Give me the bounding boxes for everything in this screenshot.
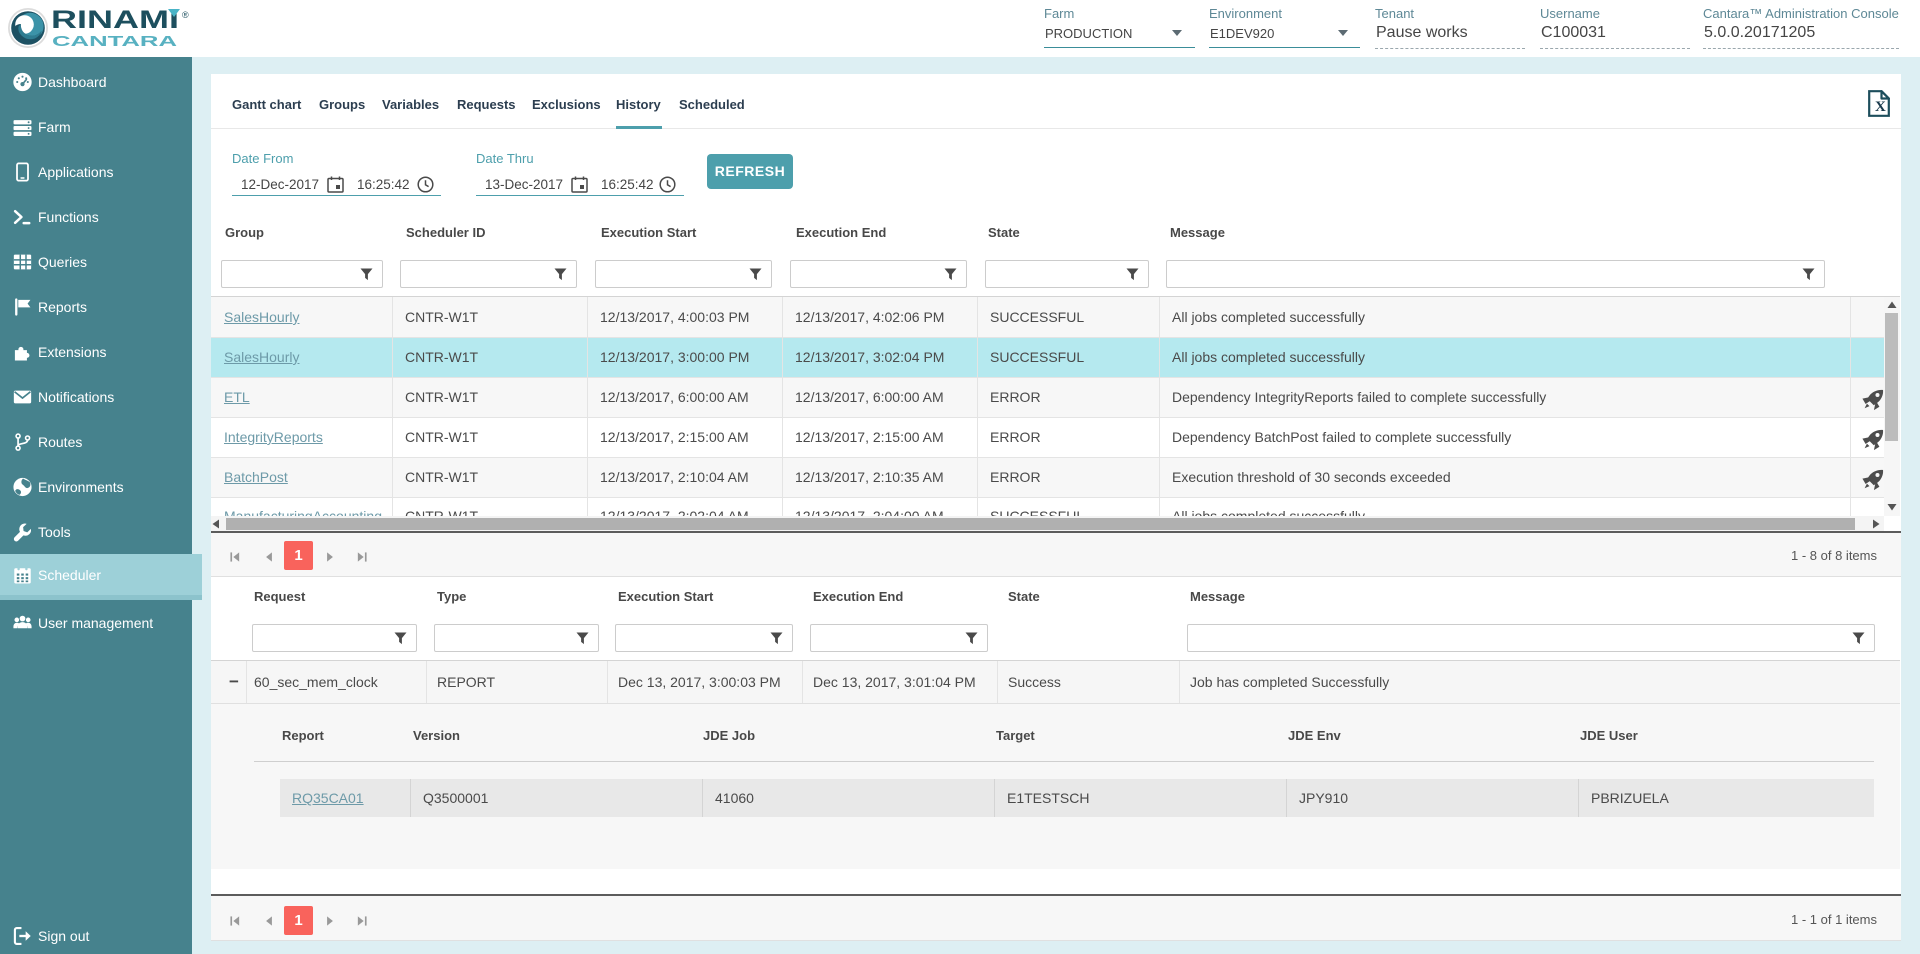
svg-text:RINAMI: RINAMI bbox=[51, 8, 179, 32]
svg-text:X: X bbox=[1875, 99, 1886, 115]
svg-text:CANTARA: CANTARA bbox=[52, 33, 177, 49]
svg-text:®: ® bbox=[182, 10, 189, 20]
